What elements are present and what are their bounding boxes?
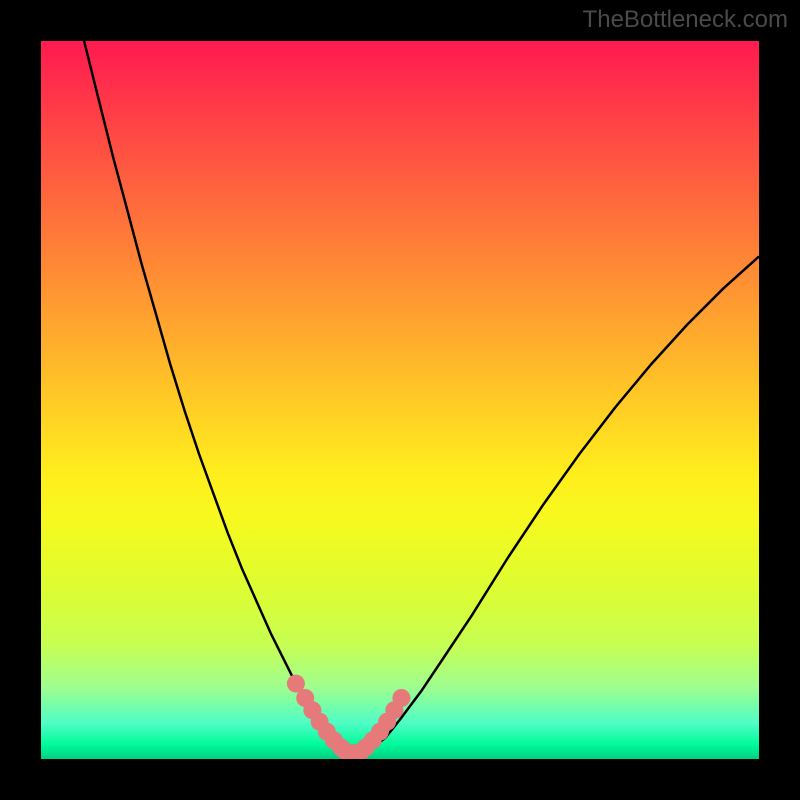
chart-container: TheBottleneck.com (0, 0, 800, 800)
right-curve (368, 256, 759, 751)
left-curve (84, 41, 368, 759)
watermark: TheBottleneck.com (583, 6, 788, 34)
chart-svg (41, 41, 759, 759)
plot-area (41, 41, 759, 759)
marker-point (392, 689, 410, 707)
markers-group (287, 675, 411, 759)
